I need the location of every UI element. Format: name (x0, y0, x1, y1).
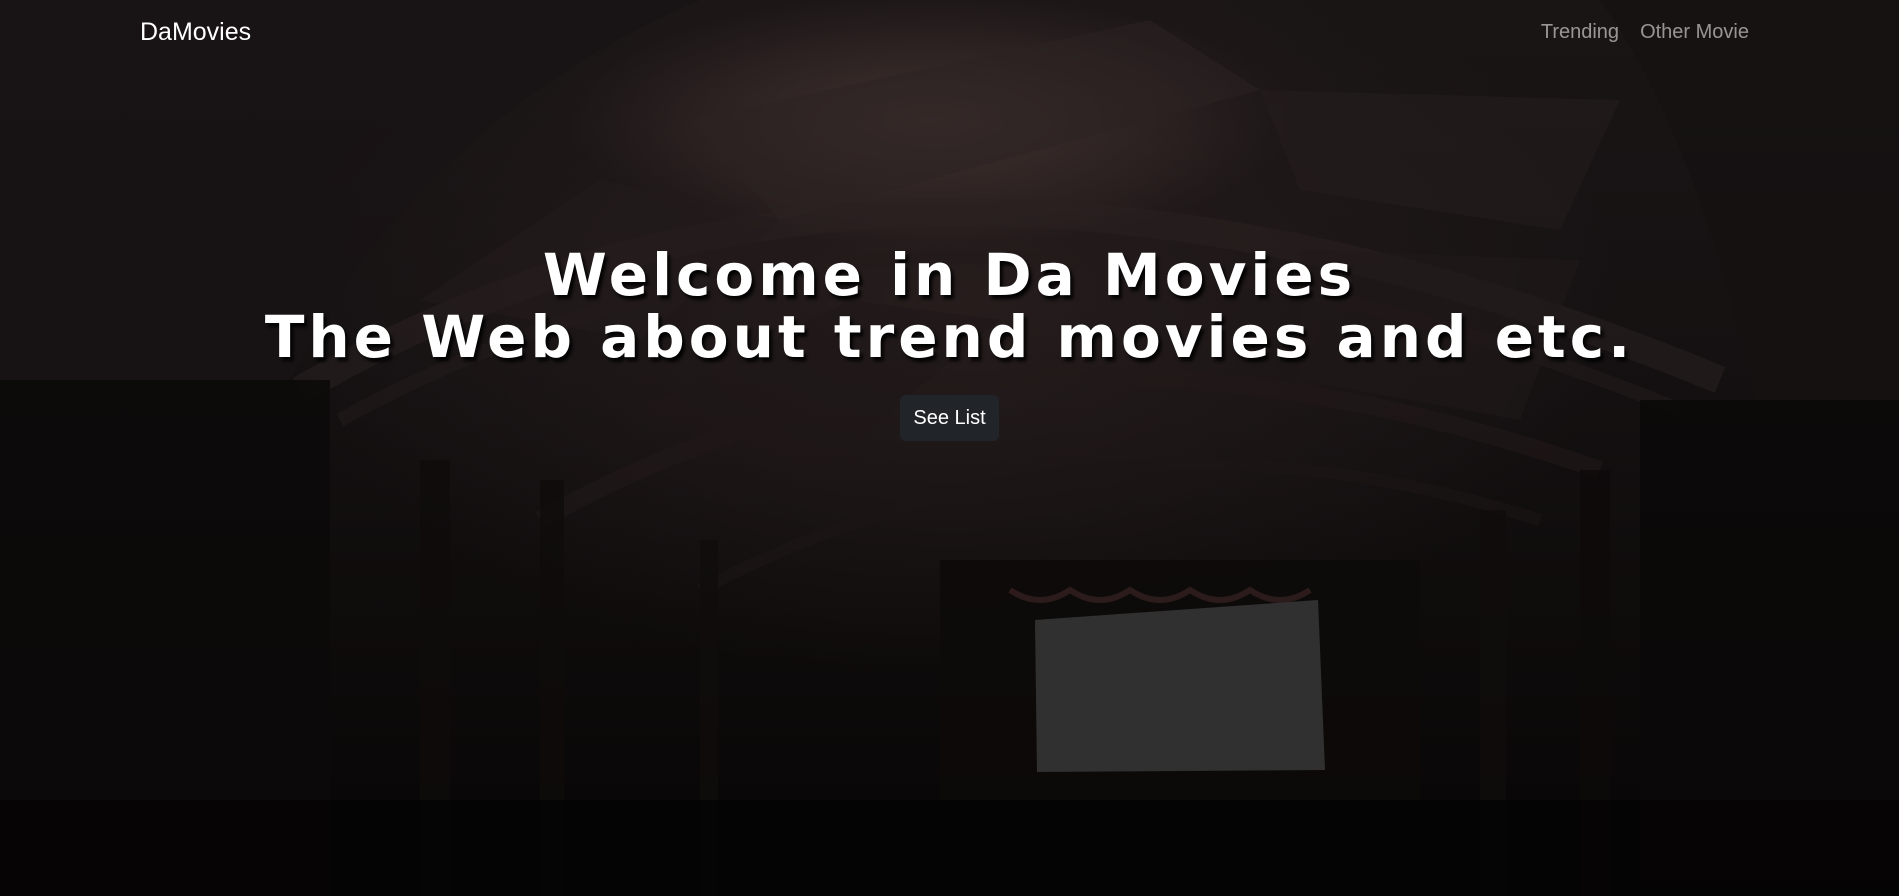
hero-title-line-1: Welcome in Da Movies (542, 241, 1357, 309)
nav-link-other-movie[interactable]: Other Movie (1640, 18, 1749, 46)
hero-headline: Welcome in Da Movies The Web about trend… (0, 244, 1899, 368)
hero-title-line-2: The Web about trend movies and etc. (264, 303, 1635, 371)
top-navbar: DaMovies Trending Other Movie (0, 0, 1899, 64)
brand-logo-link[interactable]: DaMovies (140, 16, 251, 48)
cinema-background-image (0, 0, 1899, 896)
hero-section: DaMovies Trending Other Movie Welcome in… (0, 0, 1899, 896)
nav-link-trending[interactable]: Trending (1541, 18, 1619, 46)
nav-links: Trending Other Movie (1541, 18, 1749, 46)
see-list-button[interactable]: See List (900, 395, 999, 441)
